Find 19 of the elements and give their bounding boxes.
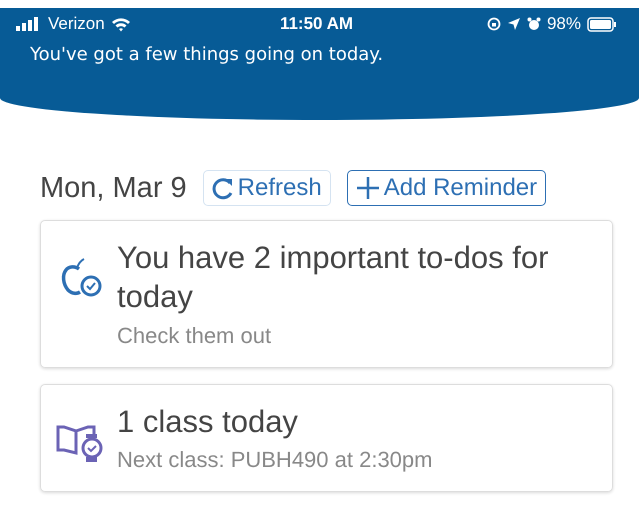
summary-card[interactable]: 1 class today Next class: PUBH490 at 2:30pm [40, 384, 613, 492]
location-icon [506, 17, 521, 31]
rotation-lock-icon [486, 17, 501, 31]
refresh-icon [212, 176, 234, 200]
date-label: Mon, Mar 9 [40, 172, 187, 204]
card-title: 1 class today [117, 402, 299, 440]
card-subtitle: Check them out [117, 322, 272, 348]
header-message: You've got a few things going on today. [29, 44, 384, 65]
battery-percent: 98% [546, 14, 581, 34]
plus-icon [356, 176, 380, 200]
clock-time: 11:50 AM [280, 14, 354, 34]
summary-card[interactable]: You have 2 important to-dos for today Check them out [40, 220, 613, 368]
wifi-icon [110, 16, 131, 32]
card-title: You have 2 important to-dos for today [117, 239, 550, 316]
add-reminder-button[interactable]: Add Reminder [346, 170, 546, 206]
refresh-button[interactable]: Refresh [202, 170, 331, 206]
card-subtitle: Next class: PUBH490 at 2:30pm [117, 447, 432, 474]
battery-icon [586, 16, 617, 32]
carrier-name: Verizon [48, 14, 105, 34]
